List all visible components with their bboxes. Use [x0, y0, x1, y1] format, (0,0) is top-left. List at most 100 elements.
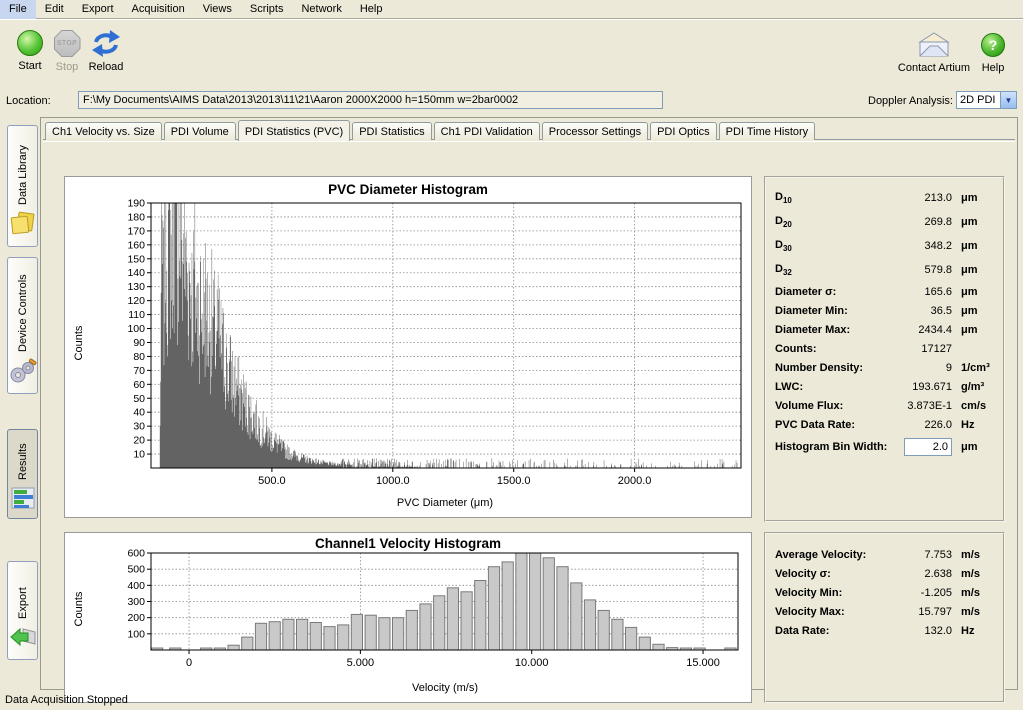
menu-item-file[interactable]: File	[0, 0, 36, 19]
svg-text:80: 80	[133, 351, 145, 363]
svg-text:100: 100	[127, 323, 145, 335]
menu-bar: FileEditExportAcquisitionViewsScriptsNet…	[0, 0, 1023, 19]
stop-button[interactable]: STOP Stop	[49, 30, 85, 73]
menu-item-export[interactable]: Export	[73, 0, 123, 19]
stat-value: 2.638	[888, 568, 952, 580]
stat-row: D30348.2μm	[775, 234, 994, 258]
svg-text:300: 300	[127, 596, 145, 608]
start-button[interactable]: Start	[10, 30, 50, 72]
sidebar-item-device-controls[interactable]: Device Controls	[7, 257, 38, 394]
stat-row: Diameter Max:2434.4μm	[775, 320, 994, 339]
sidebar-item-label: Device Controls	[17, 265, 29, 352]
location-field[interactable]: F:\My Documents\AIMS Data\2013\2013\11\2…	[78, 91, 663, 109]
tab-pdi-time-history[interactable]: PDI Time History	[719, 122, 816, 140]
svg-text:160: 160	[127, 239, 145, 251]
stat-value: 213.0	[888, 192, 952, 204]
velocity-statistics-panel: Average Velocity:7.753m/sVelocity σ:2.63…	[764, 532, 1005, 703]
stat-label: Number Density:	[775, 362, 888, 374]
help-button[interactable]: ? Help	[972, 32, 1014, 74]
stat-label: Average Velocity:	[775, 549, 888, 561]
svg-text:130: 130	[127, 281, 145, 293]
sidebar-item-results[interactable]: Results	[7, 429, 38, 519]
svg-text:10: 10	[133, 449, 145, 461]
menu-item-network[interactable]: Network	[292, 0, 350, 19]
svg-text:400: 400	[127, 580, 145, 592]
doppler-analysis-label: Doppler Analysis:	[868, 95, 953, 107]
menu-item-acquisition[interactable]: Acquisition	[123, 0, 194, 19]
stat-unit: g/m³	[952, 381, 994, 393]
sidebar-item-data-library[interactable]: Data Library	[7, 125, 38, 247]
stat-value: 9	[888, 362, 952, 374]
stat-unit: m/s	[952, 549, 994, 561]
menu-item-help[interactable]: Help	[351, 0, 392, 19]
export-arrow-icon	[9, 625, 37, 654]
doppler-analysis-value: 2D PDI	[957, 92, 1000, 108]
stat-row: D20269.8μm	[775, 210, 994, 234]
stat-value: 132.0	[888, 625, 952, 637]
svg-text:190: 190	[127, 198, 145, 210]
menu-item-scripts[interactable]: Scripts	[241, 0, 293, 19]
velocity-histogram-panel: Channel1 Velocity Histogram Counts 10020…	[64, 532, 752, 703]
x-axis-label: PVC Diameter (μm)	[151, 497, 739, 509]
stat-unit: m/s	[952, 606, 994, 618]
svg-text:15.000: 15.000	[686, 657, 720, 669]
stat-label: Diameter σ:	[775, 286, 888, 298]
bar-chart-icon	[10, 486, 36, 513]
stat-row: PVC Data Rate:226.0Hz	[775, 415, 994, 434]
svg-text:50: 50	[133, 393, 145, 405]
svg-text:90: 90	[133, 337, 145, 349]
tab-pdi-optics[interactable]: PDI Optics	[650, 122, 717, 140]
stat-unit: cm/s	[952, 400, 994, 412]
stat-row: Average Velocity:7.753m/s	[775, 545, 994, 564]
stat-label: D32	[775, 263, 888, 277]
tab-processor-settings[interactable]: Processor Settings	[542, 122, 648, 140]
stat-row: D32579.8μm	[775, 258, 994, 282]
svg-text:70: 70	[133, 365, 145, 377]
stat-value: -1.205	[888, 587, 952, 599]
stop-button-label: Stop	[49, 61, 85, 73]
stat-value: 7.753	[888, 549, 952, 561]
stat-label: Volume Flux:	[775, 400, 888, 412]
sidebar-item-export[interactable]: Export	[7, 561, 38, 660]
histogram-bin-width-input[interactable]	[904, 438, 952, 456]
stat-value: 269.8	[888, 216, 952, 228]
menu-item-views[interactable]: Views	[194, 0, 241, 19]
tab-strip: Ch1 Velocity vs. SizePDI VolumePDI Stati…	[43, 120, 1015, 140]
stat-unit: μm	[952, 192, 994, 204]
stat-unit: Hz	[952, 419, 994, 431]
stat-value: 36.5	[888, 305, 952, 317]
folder-icon	[9, 211, 37, 241]
reload-button[interactable]: Reload	[84, 30, 128, 73]
tab-pdi-statistics[interactable]: PDI Statistics	[352, 122, 431, 140]
envelope-icon	[917, 32, 951, 58]
svg-text:140: 140	[127, 267, 145, 279]
diameter-statistics-panel: D10213.0μmD20269.8μmD30348.2μmD32579.8μm…	[764, 176, 1005, 522]
svg-text:100: 100	[127, 628, 145, 640]
tab-content: PVC Diameter Histogram Counts 1020304050…	[43, 141, 1015, 687]
stat-label: D20	[775, 215, 888, 229]
stat-label: LWC:	[775, 381, 888, 393]
svg-text:0: 0	[186, 657, 192, 669]
tab-pdi-volume[interactable]: PDI Volume	[164, 122, 236, 140]
svg-text:20: 20	[133, 435, 145, 447]
contact-artium-button[interactable]: Contact Artium	[893, 32, 975, 74]
svg-text:1000.0: 1000.0	[376, 475, 410, 487]
start-button-label: Start	[10, 60, 50, 72]
stat-unit: m/s	[952, 587, 994, 599]
chevron-down-icon[interactable]: ▼	[1000, 92, 1016, 108]
stat-value: 17127	[888, 343, 952, 355]
stat-label: Diameter Max:	[775, 324, 888, 336]
sidebar-item-label: Data Library	[17, 133, 29, 205]
tab-pdi-statistics-pvc-[interactable]: PDI Statistics (PVC)	[238, 120, 350, 141]
stat-row: Velocity Max:15.797m/s	[775, 602, 994, 621]
pvc-diameter-histogram-panel: PVC Diameter Histogram Counts 1020304050…	[64, 176, 752, 518]
stat-unit: μm	[952, 240, 994, 252]
stat-value: 193.671	[888, 381, 952, 393]
tab-ch1-pdi-validation[interactable]: Ch1 PDI Validation	[434, 122, 540, 140]
doppler-analysis-select[interactable]: 2D PDI ▼	[956, 91, 1017, 109]
sidebar-item-label: Results	[17, 437, 29, 480]
tab-ch1-velocity-vs-size[interactable]: Ch1 Velocity vs. Size	[45, 122, 162, 140]
stat-row: D10213.0μm	[775, 186, 994, 210]
svg-text:500: 500	[127, 564, 145, 576]
menu-item-edit[interactable]: Edit	[36, 0, 73, 19]
